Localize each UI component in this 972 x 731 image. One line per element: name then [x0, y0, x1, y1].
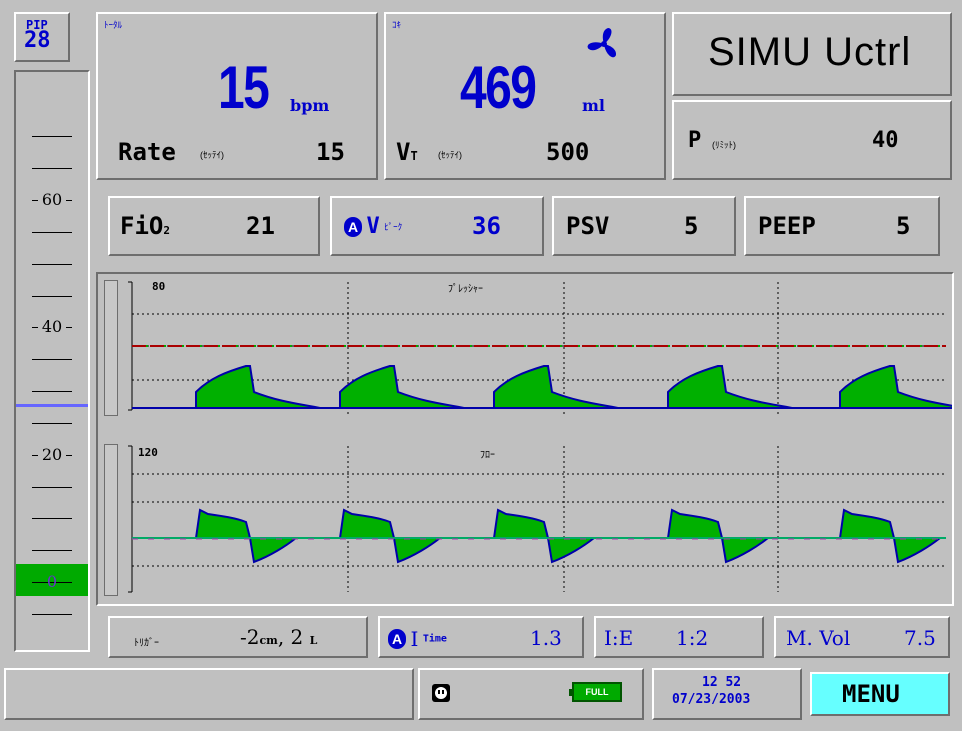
mvol-label: M. Vol — [786, 626, 851, 650]
pip-value: 28 — [24, 28, 51, 53]
gauge-tick — [32, 613, 72, 615]
peak-flow-panel: A V ﾋﾟｰｸ 36 — [330, 196, 544, 256]
flow-expiration — [720, 537, 771, 564]
gauge-scale-label: 60 — [38, 192, 66, 208]
pressure-breath — [339, 365, 465, 409]
ac-outlet-icon — [432, 684, 450, 702]
rate-unit: bpm — [290, 96, 330, 115]
trigger-panel[interactable]: ﾄﾘｶﾞｰ -2cm, 2 L — [108, 616, 368, 658]
plimit-sub: (ﾘﾐｯﾄ) — [712, 140, 736, 150]
auto-badge: A — [388, 629, 406, 649]
fan-icon — [587, 28, 616, 58]
flow-inspiration — [338, 508, 396, 539]
pressure-breath — [839, 365, 952, 409]
mode-panel: SIMU Uctrl — [672, 12, 952, 96]
power-status-panel: FULL — [418, 668, 644, 720]
vt-measured: 469 — [460, 54, 537, 121]
gauge-tick — [32, 486, 72, 488]
gauge-tick — [32, 295, 72, 297]
ie-value: 1:2 — [676, 626, 709, 650]
peep-panel[interactable]: PEEP 5 — [744, 196, 940, 256]
flow-inspiration — [666, 508, 724, 539]
trigger-value: -2cm, 2 L — [240, 625, 318, 649]
pressure-breath — [195, 365, 321, 409]
inspiratory-time-panel[interactable]: A I Time 1.3 — [378, 616, 584, 658]
gauge-scale-label: 40 — [38, 319, 66, 336]
menu-label: MENU — [842, 680, 900, 708]
pressure-gauge: 60 40 20 0 — [14, 70, 90, 652]
rate-set-sub: (ｾｯﾃｲ) — [200, 150, 224, 160]
gauge-tick — [32, 168, 72, 170]
vt-set-value: 500 — [546, 138, 590, 166]
clock-date: 07/23/2003 — [672, 692, 751, 707]
flow-expiration — [248, 537, 299, 564]
psv-label: PSV — [566, 212, 610, 240]
trigger-label: ﾄﾘｶﾞｰ — [134, 638, 159, 649]
mvol-value: 7.5 — [904, 626, 936, 650]
fio2-panel: FiO2 21 — [108, 196, 320, 256]
flow-inspiration — [492, 508, 550, 539]
flow-inspiration — [838, 508, 896, 539]
gauge-tick — [32, 391, 72, 392]
ie-label: I:E — [604, 626, 634, 650]
vt-unit: ml — [582, 96, 606, 115]
flow-inspiration — [194, 508, 252, 539]
vt-set-label: VT — [396, 138, 418, 166]
ventilator-screen: PIP 28 60 40 20 0 ﾄｰﾀﾙ 15 bpm Rate (ｾｯﾃｲ) 1… — [0, 0, 962, 731]
mode-text: SIMU Uctrl — [708, 30, 912, 74]
gauge-tick — [32, 263, 72, 265]
message-box — [4, 668, 414, 720]
plimit-value: 40 — [872, 128, 899, 153]
battery-label: FULL — [585, 687, 609, 697]
minute-volume-panel[interactable]: M. Vol 7.5 — [774, 616, 950, 658]
flow-expiration — [546, 537, 597, 564]
gauge-tick — [32, 550, 72, 552]
battery-icon: FULL — [569, 682, 622, 702]
gauge-tick — [32, 359, 72, 361]
itime-value: 1.3 — [530, 626, 562, 650]
plimit-label: P — [688, 128, 702, 153]
fio2-label: FiO2 — [120, 212, 170, 240]
psv-panel[interactable]: PSV 5 — [552, 196, 736, 256]
auto-badge: A — [344, 216, 362, 237]
gauge-tick — [32, 231, 72, 233]
rate-measured: 15 — [218, 54, 270, 121]
menu-button[interactable]: MENU — [810, 672, 950, 716]
rate-set-value: 15 — [316, 138, 345, 166]
waveform-graph — [128, 281, 952, 593]
peak-flow-value: 36 — [472, 212, 501, 240]
gauge-scale-label: 0 — [46, 572, 58, 591]
peep-label: PEEP — [758, 212, 816, 240]
rate-title: ﾄｰﾀﾙ — [104, 20, 123, 30]
flow-expiration — [392, 537, 443, 564]
clock-panel: 12 52 07/23/2003 — [652, 668, 802, 720]
peak-flow-label-row: A V ﾋﾟｰｸ — [344, 214, 402, 239]
gauge-tick — [32, 136, 72, 138]
rate-set-label: Rate — [118, 138, 176, 166]
vt-set-sub: (ｾｯﾃｲ) — [438, 150, 462, 160]
gauge-tick — [32, 422, 72, 424]
tidal-volume-panel: ｺｷ 469 ml VT (ｾｯﾃｲ) 500 — [384, 12, 666, 180]
pressure-breath — [493, 365, 619, 409]
rate-panel: ﾄｰﾀﾙ 15 bpm Rate (ｾｯﾃｲ) 15 — [96, 12, 378, 180]
pressure-breath — [667, 365, 793, 409]
flow-expiration — [892, 537, 943, 564]
pip-marker — [16, 403, 88, 407]
gauge-tick — [32, 518, 72, 520]
itime-label: A I Time — [388, 627, 447, 651]
pressure-limit-panel: P (ﾘﾐｯﾄ) 40 — [672, 100, 952, 180]
fio2-value: 21 — [246, 212, 275, 240]
pip-box: PIP 28 — [14, 12, 70, 62]
gauge-scale-label: 20 — [38, 446, 66, 463]
ie-ratio-panel[interactable]: I:E 1:2 — [594, 616, 764, 658]
psv-value: 5 — [684, 212, 699, 240]
clock-time: 12 52 — [702, 675, 742, 690]
vt-title: ｺｷ — [392, 20, 402, 30]
waveform-area: 80 ﾌﾟﾚｯｼｬｰ 120 ﾌﾛｰ — [96, 272, 954, 606]
peep-value: 5 — [896, 212, 911, 240]
